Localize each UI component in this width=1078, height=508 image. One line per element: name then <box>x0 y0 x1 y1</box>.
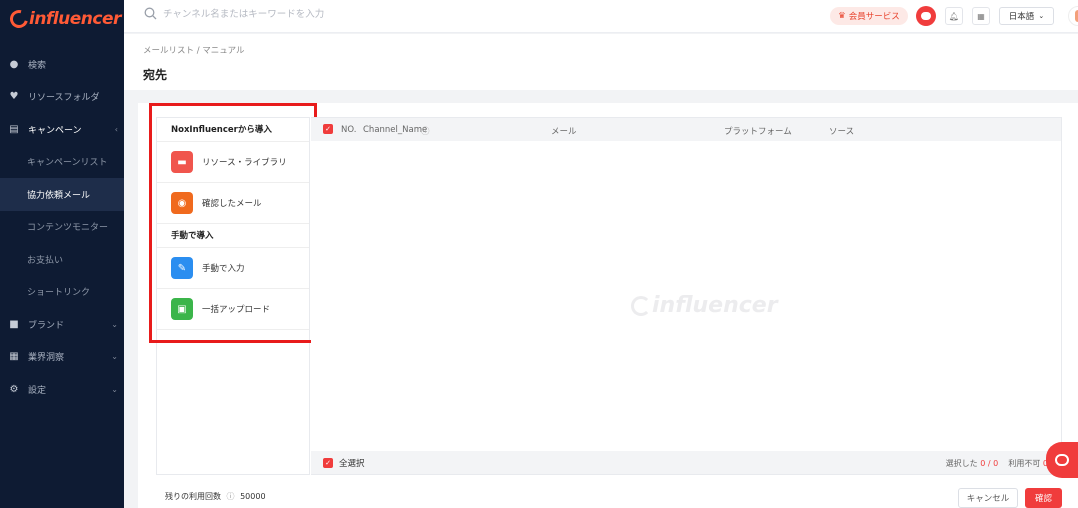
sidebar-item-label: ブランド <box>28 320 65 331</box>
table-footer: ✓ 全選択 選択した 0 / 0 利用不可 0 <box>311 451 1062 474</box>
selection-summary: 選択した 0 / 0 利用不可 0 <box>946 458 1048 469</box>
sidebar-item-label: お支払い <box>27 255 64 266</box>
chevron-down-icon: ⌄ <box>111 384 118 394</box>
logo-text: influencer <box>29 9 121 29</box>
sidebar-item-collab-mail[interactable]: 協力依頼メール <box>0 178 124 211</box>
vip-service-button[interactable]: ♛ 会員サービス <box>830 7 908 25</box>
language-label: 日本語 <box>1008 12 1035 22</box>
selected-value: 0 / 0 <box>980 459 999 468</box>
brand-icon: ■ <box>9 318 19 330</box>
heart-icon: ♥ <box>9 91 19 103</box>
sidebar-item-label: キャンペーン <box>28 125 82 136</box>
watermark-logo: influencer <box>631 293 778 318</box>
sidebar-item-content-monitor[interactable]: コンテンツモニター <box>0 211 124 244</box>
breadcrumb[interactable]: メールリスト / マニュアル <box>143 44 245 56</box>
help-icon[interactable]: ⓘ <box>421 125 430 137</box>
chevron-down-icon: ⌄ <box>111 319 118 329</box>
highlight-box <box>149 103 317 343</box>
select-all-label[interactable]: 全選択 <box>339 457 365 469</box>
vip-label: 会員サービス <box>848 12 900 22</box>
remaining-label: 残りの利用回数 <box>165 492 221 501</box>
message-button[interactable] <box>916 6 936 26</box>
sidebar-item-label: 検索 <box>28 60 47 71</box>
sidebar-item-label: 業界洞察 <box>28 353 65 364</box>
chat-bubble-icon <box>921 12 931 20</box>
app-logo[interactable]: influencer <box>0 0 124 38</box>
remaining-count: 残りの利用回数 ⓘ 50000 <box>165 491 266 502</box>
recipient-table: ✓ NO. Channel_Name ⓘ メール プラットフォーム ソース in… <box>311 117 1062 475</box>
column-mail: メール <box>551 127 577 137</box>
sidebar: influencer ● 検索 ♥ リソースフォルダ ▤ キャンペーン ‹ キャ… <box>0 0 124 508</box>
sidebar-item-payment[interactable]: お支払い <box>0 243 124 276</box>
language-select[interactable]: 日本語 ⌄ <box>999 7 1054 25</box>
select-all-checkbox[interactable]: ✓ <box>323 457 333 468</box>
notification-button[interactable]: 🔔︎ <box>945 7 963 25</box>
sidebar-item-brand[interactable]: ■ ブランド ⌄ <box>0 308 124 341</box>
bell-icon: 🔔︎ <box>948 11 960 21</box>
selected-label: 選択した <box>945 459 978 468</box>
sidebar-nav: ● 検索 ♥ リソースフォルダ ▤ キャンペーン ‹ キャンペーンリスト 協力依… <box>0 48 124 406</box>
remaining-value: 50000 <box>240 492 266 501</box>
crown-icon: ♛ <box>838 11 846 21</box>
sidebar-item-short-link[interactable]: ショートリンク <box>0 276 124 309</box>
column-no: NO. <box>341 125 357 135</box>
watermark-text: influencer <box>652 293 778 318</box>
sidebar-item-search[interactable]: ● 検索 <box>0 48 124 81</box>
compass-icon: ● <box>9 58 19 70</box>
header-checkbox[interactable]: ✓ <box>323 124 333 134</box>
help-icon[interactable]: ⓘ <box>227 492 235 501</box>
column-channel-name: Channel_Name <box>363 125 428 135</box>
unavailable-label: 利用不可 <box>1008 459 1041 468</box>
search-icon <box>144 7 157 19</box>
chevron-down-icon: ⌄ <box>111 352 118 362</box>
page-title: 宛先 <box>143 68 168 82</box>
sidebar-item-label: 協力依頼メール <box>27 190 91 201</box>
top-bar: チャンネル名またはキーワードを入力 ♛ 会員サービス 🔔︎ ▦ 日本語 ⌄ <box>124 0 1078 33</box>
confirm-button[interactable]: 確認 <box>1025 488 1062 508</box>
chat-icon <box>1055 454 1069 466</box>
page-header: メールリスト / マニュアル 宛先 <box>124 34 1078 90</box>
search-input[interactable]: チャンネル名またはキーワードを入力 <box>144 6 324 20</box>
apps-button[interactable]: ▦ <box>972 7 990 25</box>
table-header: ✓ NO. Channel_Name ⓘ メール プラットフォーム ソース <box>311 118 1061 141</box>
search-placeholder: チャンネル名またはキーワードを入力 <box>163 9 325 20</box>
sidebar-item-settings[interactable]: ⚙ 設定 ⌄ <box>0 373 124 406</box>
grid-icon: ▦ <box>977 11 985 21</box>
sidebar-item-label: 設定 <box>28 385 47 396</box>
chevron-down-icon: ⌄ <box>1038 12 1045 20</box>
column-source: ソース <box>829 127 855 137</box>
support-chat-button[interactable] <box>1046 442 1078 478</box>
sidebar-item-label: コンテンツモニター <box>27 223 109 234</box>
sidebar-item-label: ショートリンク <box>27 288 91 299</box>
sidebar-item-campaign[interactable]: ▤ キャンペーン ‹ <box>0 113 124 146</box>
chevron-left-icon: ‹ <box>114 124 118 134</box>
sidebar-item-label: キャンペーンリスト <box>27 158 108 169</box>
sidebar-item-campaign-list[interactable]: キャンペーンリスト <box>0 146 124 179</box>
sidebar-item-resource-folder[interactable]: ♥ リソースフォルダ <box>0 81 124 114</box>
logo-mark-icon <box>631 295 651 316</box>
sidebar-item-label: リソースフォルダ <box>28 93 100 104</box>
sidebar-item-insight[interactable]: ▦ 業界洞察 ⌄ <box>0 341 124 374</box>
document-icon: ▤ <box>9 123 19 135</box>
cancel-button[interactable]: キャンセル <box>958 488 1018 508</box>
logo-mark-icon <box>6 6 32 32</box>
gear-icon: ⚙ <box>9 383 19 395</box>
column-platform: プラットフォーム <box>724 127 792 137</box>
avatar[interactable] <box>1068 6 1078 26</box>
chart-icon: ▦ <box>9 351 19 363</box>
